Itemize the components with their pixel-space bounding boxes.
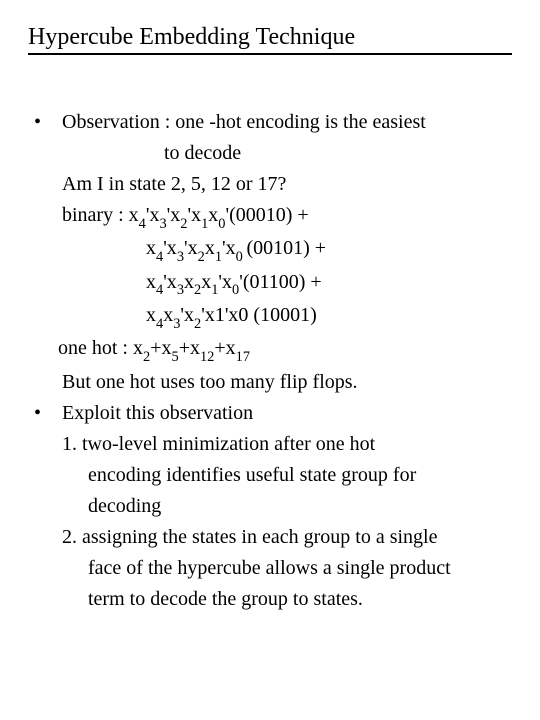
text-n1c: decoding	[32, 491, 512, 522]
text-binary-3: x4'x3x2x1'x0'(01100) +	[32, 267, 512, 300]
text-exploit: Exploit this observation	[62, 398, 253, 429]
text-n2: 2. assigning the states in each group to…	[32, 522, 512, 553]
text-binary-2: x4'x3'x2x1'x0 (00101) +	[32, 233, 512, 266]
slide-root: Hypercube Embedding Technique • Observat…	[0, 0, 540, 615]
bullet-list: • Observation : one -hot encoding is the…	[32, 107, 512, 615]
text-binary-1: binary : x4'x3'x2'x1x0'(00010) +	[32, 200, 512, 233]
bullet-observation: • Observation : one -hot encoding is the…	[32, 107, 512, 138]
slide-title: Hypercube Embedding Technique	[28, 24, 512, 55]
text-but: But one hot uses too many flip flops.	[32, 367, 512, 398]
text-observation: Observation : one -hot encoding is the e…	[62, 107, 426, 138]
text-n2c: term to decode the group to states.	[32, 584, 512, 615]
text-binary-4: x4x3'x2'x1'x0 (10001)	[32, 300, 512, 333]
text-n1: 1. two-level minimization after one hot	[32, 429, 512, 460]
slide-content: • Observation : one -hot encoding is the…	[28, 107, 512, 615]
text-am-i: Am I in state 2, 5, 12 or 17?	[32, 169, 512, 200]
bullet-exploit: • Exploit this observation	[32, 398, 512, 429]
text-n2b: face of the hypercube allows a single pr…	[32, 553, 512, 584]
text-onehot: one hot : x2+x5+x12+x17	[32, 333, 512, 366]
text-observation-cont: to decode	[32, 138, 512, 169]
binary-label: binary :	[62, 204, 129, 226]
bullet-mark-icon: •	[32, 107, 62, 138]
text-n1b: encoding identifies useful state group f…	[32, 460, 512, 491]
bullet-mark-icon: •	[32, 398, 62, 429]
onehot-label: one hot :	[58, 337, 133, 359]
